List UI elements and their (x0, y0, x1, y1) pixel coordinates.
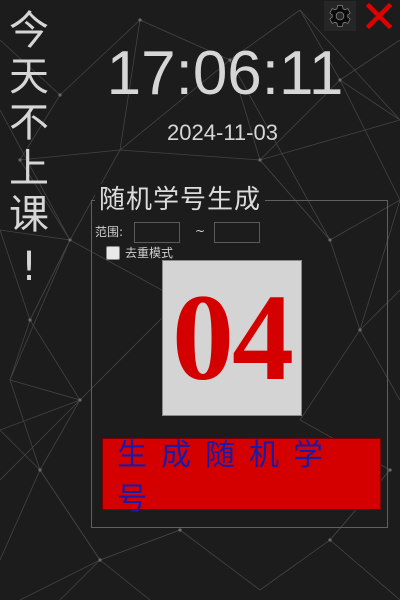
panel-title: 随机学号生成 (95, 184, 266, 216)
slogan-char: 天 (9, 54, 49, 100)
dedupe-checkbox[interactable] (106, 246, 120, 260)
clock-date: 2024-11-03 (167, 120, 278, 145)
slogan-char: 今 (9, 8, 49, 54)
gear-icon (329, 5, 351, 27)
result-display: 04 (162, 260, 302, 416)
clock-time: 17:06:11 (106, 39, 344, 108)
vertical-slogan: 今 天 不 上 课 ! (6, 8, 52, 290)
slogan-char: 课 (9, 192, 49, 238)
range-label: 范围: (95, 225, 124, 239)
range-separator: ~ (195, 224, 206, 238)
slogan-char: 不 (9, 100, 49, 146)
range-from-input[interactable] (134, 222, 180, 243)
close-icon (365, 2, 393, 30)
settings-button[interactable] (324, 1, 356, 31)
generate-button-label: 生成随机学号 (117, 438, 337, 517)
generate-button[interactable]: 生成随机学号 (102, 438, 381, 517)
close-button[interactable] (362, 1, 396, 31)
slogan-char: 上 (9, 146, 49, 192)
slogan-char: ! (20, 244, 38, 290)
dedupe-label: 去重模式 (125, 246, 174, 260)
result-number: 04 (172, 269, 294, 406)
range-to-input[interactable] (214, 222, 260, 243)
